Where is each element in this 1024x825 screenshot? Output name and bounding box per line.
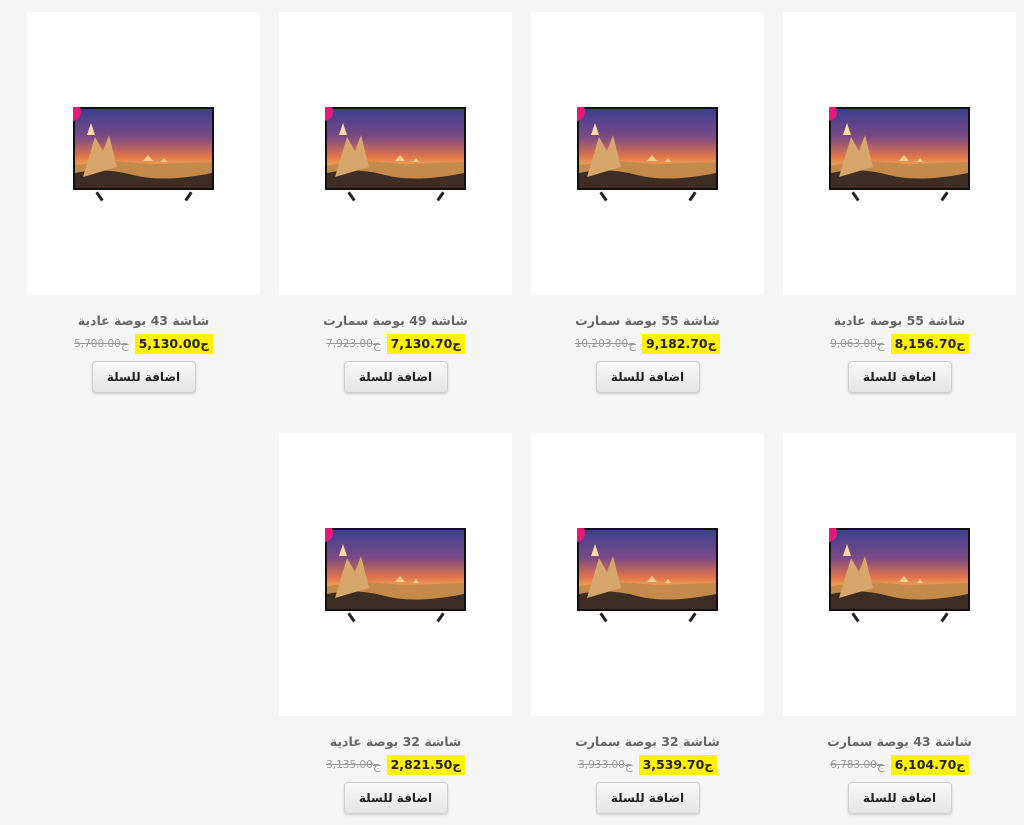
current-price: ج 6,104.70: [890, 755, 969, 775]
product-card[interactable]: شاشة 32 بوصة سمارت ج 3,539.70 ج 3,933.00 ا…: [531, 433, 764, 814]
product-title[interactable]: شاشة 55 بوصة عادية: [783, 312, 1016, 330]
product-image[interactable]: [783, 433, 1016, 716]
old-price: ج 7,923.00: [326, 337, 381, 351]
product-card[interactable]: شاشة 43 بوصة سمارت ج 6,104.70 ج 6,783.00 ا…: [783, 433, 1016, 814]
product-card[interactable]: شاشة 49 بوصة سمارت ج 7,130.70 ج 7,923.00 ا…: [279, 12, 512, 393]
product-title[interactable]: شاشة 32 بوصة عادية: [279, 733, 512, 751]
product-card[interactable]: شاشة 32 بوصة عادية ج 2,821.50 ج 3,135.00 ا…: [279, 433, 512, 814]
product-title[interactable]: شاشة 32 بوصة سمارت: [531, 733, 764, 751]
current-price: ج 7,130.70: [386, 334, 465, 354]
current-price: ج 9,182.70: [641, 334, 721, 354]
tv-icon: [577, 107, 718, 203]
price-row: ج 2,821.50 ج 3,135.00: [279, 754, 512, 776]
product-image[interactable]: [531, 433, 764, 716]
old-price: ج 3,135.00: [326, 758, 381, 772]
tv-icon: [73, 107, 214, 203]
product-title[interactable]: شاشة 43 بوصة سمارت: [783, 733, 1016, 751]
product-image[interactable]: [279, 12, 512, 295]
tv-icon: [577, 528, 718, 624]
product-image[interactable]: [27, 12, 260, 295]
product-card[interactable]: شاشة 43 بوصة عادية ج 5,130.00 ج 5,700.00 ا…: [27, 12, 260, 393]
product-title[interactable]: شاشة 43 بوصة عادية: [27, 312, 260, 330]
old-price: ج 3,933.00: [578, 758, 633, 772]
add-to-cart-button[interactable]: اضافة للسلة: [343, 782, 448, 814]
current-price: ج 8,156.70: [890, 334, 969, 354]
old-price: ج 9,063.00: [830, 337, 885, 351]
product-card[interactable]: شاشة 55 بوصة سمارت ج 9,182.70 ج 10,203.00 …: [531, 12, 764, 393]
price-row: ج 6,104.70 ج 6,783.00: [783, 754, 1016, 776]
add-to-cart-button[interactable]: اضافة للسلة: [847, 361, 952, 393]
old-price: ج 5,700.00: [74, 337, 129, 351]
add-to-cart-button[interactable]: اضافة للسلة: [595, 361, 700, 393]
product-image[interactable]: [279, 433, 512, 716]
price-row: ج 8,156.70 ج 9,063.00: [783, 333, 1016, 355]
price-row: ج 7,130.70 ج 7,923.00: [279, 333, 512, 355]
product-title[interactable]: شاشة 49 بوصة سمارت: [279, 312, 512, 330]
current-price: ج 3,539.70: [638, 755, 717, 775]
add-to-cart-button[interactable]: اضافة للسلة: [595, 782, 700, 814]
current-price: ج 5,130.00: [134, 334, 213, 354]
tv-icon: [829, 528, 970, 624]
product-image[interactable]: [531, 12, 764, 295]
tv-icon: [325, 107, 466, 203]
price-row: ج 9,182.70 ج 10,203.00: [531, 333, 764, 355]
tv-icon: [325, 528, 466, 624]
add-to-cart-button[interactable]: اضافة للسلة: [847, 782, 952, 814]
add-to-cart-button[interactable]: اضافة للسلة: [91, 361, 196, 393]
tv-icon: [829, 107, 970, 203]
old-price: ج 10,203.00: [574, 337, 636, 351]
current-price: ج 2,821.50: [386, 755, 465, 775]
product-card[interactable]: شاشة 55 بوصة عادية ج 8,156.70 ج 9,063.00 ا…: [783, 12, 1016, 393]
old-price: ج 6,783.00: [830, 758, 885, 772]
product-image[interactable]: [783, 12, 1016, 295]
price-row: ج 5,130.00 ج 5,700.00: [27, 333, 260, 355]
add-to-cart-button[interactable]: اضافة للسلة: [343, 361, 448, 393]
price-row: ج 3,539.70 ج 3,933.00: [531, 754, 764, 776]
product-title[interactable]: شاشة 55 بوصة سمارت: [531, 312, 764, 330]
